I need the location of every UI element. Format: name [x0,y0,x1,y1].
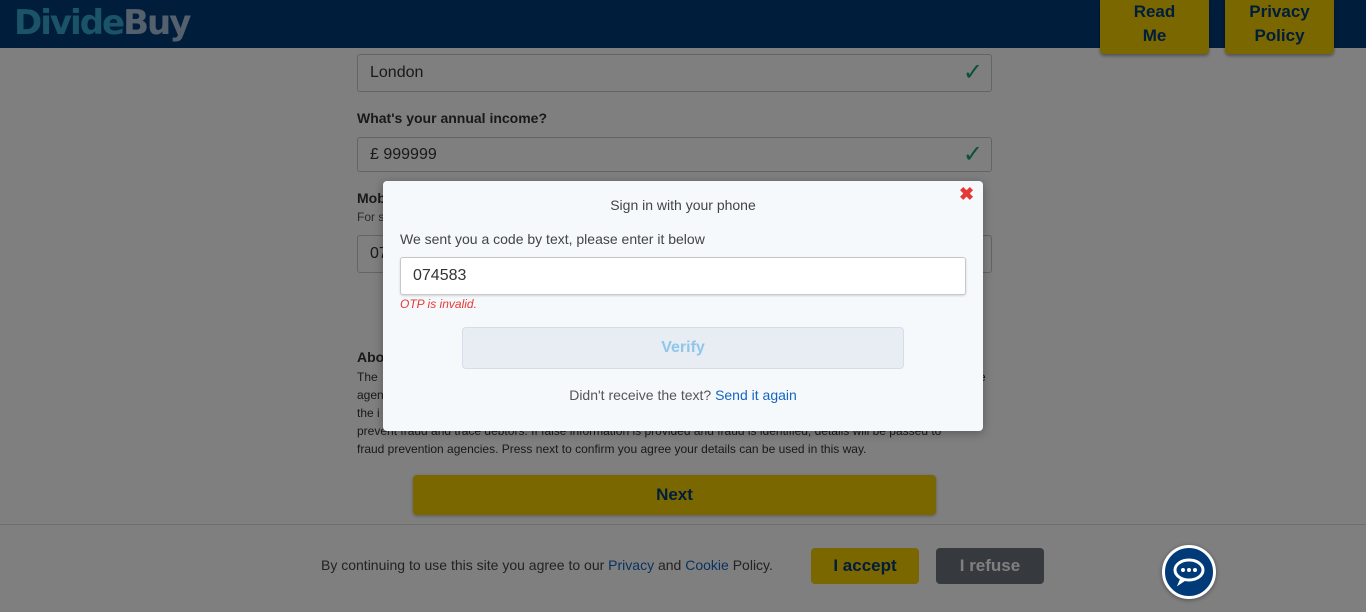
otp-input[interactable]: 074583 [400,257,966,295]
chat-icon [1173,558,1205,587]
verify-button[interactable]: Verify [462,327,904,369]
close-icon[interactable]: ✖ [959,184,974,205]
modal-instruction: We sent you a code by text, please enter… [400,231,705,247]
send-again-link[interactable]: Send it again [715,387,797,403]
otp-error-message: OTP is invalid. [400,297,477,311]
phone-signin-modal: Sign in with your phone ✖ We sent you a … [383,181,983,431]
modal-title: Sign in with your phone [610,197,756,213]
resend-row: Didn't receive the text? Send it again [569,387,797,403]
chat-button[interactable] [1162,545,1216,599]
